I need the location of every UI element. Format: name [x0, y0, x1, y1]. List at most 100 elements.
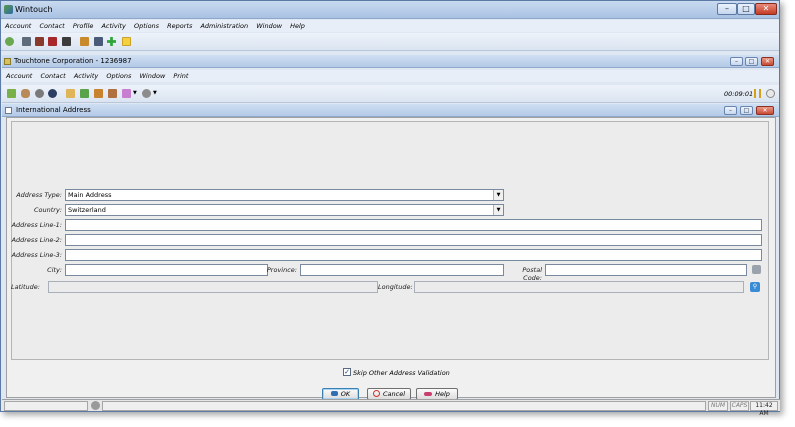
longitude-input[interactable]	[414, 281, 744, 293]
menu-contact[interactable]: Contact	[39, 22, 64, 30]
status-bar: NUM CAPS 11:42 AM	[2, 399, 780, 417]
contact-window-titlebar: Touchtone Corporation - 1236987 – □ ✕	[2, 55, 779, 68]
help-label: Help	[435, 390, 450, 398]
contact-menu-print[interactable]: Print	[173, 72, 188, 80]
contact-menu-window[interactable]: Window	[140, 72, 166, 80]
edit-icon[interactable]	[108, 89, 117, 98]
cancel-icon	[372, 390, 380, 397]
postal-code-input[interactable]	[545, 264, 747, 276]
num-lock-indicator: NUM	[708, 401, 728, 411]
province-label: Province:	[266, 266, 297, 274]
contact-menu-account[interactable]: Account	[6, 72, 32, 80]
country-value: Switzerland	[68, 206, 106, 214]
address-line-3-input[interactable]	[65, 249, 762, 261]
chevron-down-icon[interactable]: ▼	[153, 90, 157, 96]
main-titlebar: Wintouch – □ ✕	[1, 1, 779, 19]
main-toolbar	[1, 33, 779, 51]
city-input[interactable]	[65, 264, 268, 276]
checklist-icon[interactable]	[62, 37, 71, 46]
ok-label: OK	[340, 390, 351, 398]
menu-help[interactable]: Help	[290, 22, 305, 30]
clock: 11:42 AM	[750, 401, 778, 417]
address-line-2-label: Address Line-2:	[11, 236, 62, 244]
contact-menubar: Account Contact Activity Options Window …	[2, 70, 779, 82]
address-line-1-label: Address Line-1:	[11, 221, 62, 229]
status-indicator-icon	[91, 401, 100, 410]
contact-close-button[interactable]: ✕	[761, 57, 774, 66]
dialog-minimize-button[interactable]: –	[724, 106, 737, 115]
status-message-cell	[102, 401, 706, 411]
geo-lookup-icon[interactable]: ⚲	[750, 282, 760, 292]
contact-window-icon	[4, 58, 11, 65]
menu-activity[interactable]: Activity	[101, 22, 125, 30]
calendar-icon[interactable]	[35, 37, 44, 46]
pause-icon[interactable]	[754, 89, 761, 98]
address-dialog-titlebar: International Address – □ ✕	[2, 104, 779, 117]
ok-icon	[330, 391, 338, 396]
postal-lookup-button[interactable]	[752, 265, 761, 274]
address-line-2-input[interactable]	[65, 234, 762, 246]
skip-validation-checkbox[interactable]: ✓	[343, 368, 351, 376]
document-icon[interactable]	[94, 89, 103, 98]
chat-icon[interactable]	[142, 89, 151, 98]
contact-menu-options[interactable]: Options	[106, 72, 131, 80]
main-window: Wintouch – □ ✕ Account Contact Profile A…	[0, 0, 780, 417]
skip-validation-label: Skip Other Address Validation	[353, 369, 450, 377]
address-type-label: Address Type:	[16, 191, 62, 199]
people-icon[interactable]	[80, 37, 89, 46]
menu-window[interactable]: Window	[256, 22, 282, 30]
minimize-button[interactable]: –	[717, 3, 737, 15]
address-line-3-label: Address Line-3:	[11, 251, 62, 259]
contact-minimize-button[interactable]: –	[730, 57, 743, 66]
note-icon[interactable]	[122, 37, 131, 46]
country-label: Country:	[33, 206, 62, 214]
menu-options[interactable]: Options	[134, 22, 159, 30]
menu-reports[interactable]: Reports	[167, 22, 192, 30]
dialog-close-button[interactable]: ✕	[756, 106, 774, 115]
chevron-down-icon[interactable]: ▼	[493, 190, 503, 200]
address-line-1-input[interactable]	[65, 219, 762, 231]
province-input[interactable]	[300, 264, 504, 276]
folder-icon[interactable]	[122, 89, 131, 98]
longitude-label: Longitude:	[378, 283, 413, 291]
close-button[interactable]: ✕	[755, 3, 777, 15]
list-icon[interactable]	[22, 37, 31, 46]
refresh-icon[interactable]	[5, 37, 14, 46]
contact-menu-contact[interactable]: Contact	[40, 72, 65, 80]
menu-profile[interactable]: Profile	[73, 22, 94, 30]
email-icon[interactable]	[66, 89, 75, 98]
contact-toolbar: ▼ ▼ 00:09:01	[2, 85, 779, 103]
hand-icon[interactable]	[21, 89, 30, 98]
phone-icon[interactable]	[35, 89, 44, 98]
contact-menu-activity[interactable]: Activity	[74, 72, 98, 80]
status-cell	[4, 401, 88, 411]
postal-code-label: Postal Code:	[522, 266, 542, 282]
report-icon[interactable]	[48, 37, 57, 46]
help-icon	[424, 392, 433, 396]
open-folder-icon[interactable]	[7, 89, 16, 98]
chevron-down-icon[interactable]: ▼	[133, 90, 137, 96]
scheduler-icon[interactable]	[80, 89, 89, 98]
contact-restore-button[interactable]: □	[745, 57, 758, 66]
menu-administration[interactable]: Administration	[200, 22, 248, 30]
contact-window-title: Touchtone Corporation - 1236987	[14, 57, 132, 65]
contact-card-icon[interactable]	[48, 89, 57, 98]
address-type-select[interactable]: Main Address ▼	[65, 189, 504, 201]
chevron-down-icon[interactable]: ▼	[493, 205, 503, 215]
caps-lock-indicator: CAPS	[730, 401, 749, 411]
timer-settings-icon[interactable]	[766, 89, 775, 98]
add-icon[interactable]	[107, 37, 116, 46]
app-title: Wintouch	[15, 5, 53, 14]
latitude-label: Latitude:	[11, 283, 40, 291]
country-select[interactable]: Switzerland ▼	[65, 204, 504, 216]
dialog-restore-button[interactable]: □	[740, 106, 753, 115]
latitude-input[interactable]	[48, 281, 378, 293]
grid-icon[interactable]	[94, 37, 103, 46]
address-dialog-title: International Address	[16, 106, 91, 114]
address-dialog-icon	[5, 107, 12, 114]
address-type-value: Main Address	[68, 191, 112, 199]
menu-account[interactable]: Account	[5, 22, 31, 30]
timer-display: 00:09:01	[724, 90, 754, 98]
city-label: City:	[47, 266, 62, 274]
maximize-button[interactable]: □	[737, 3, 755, 15]
